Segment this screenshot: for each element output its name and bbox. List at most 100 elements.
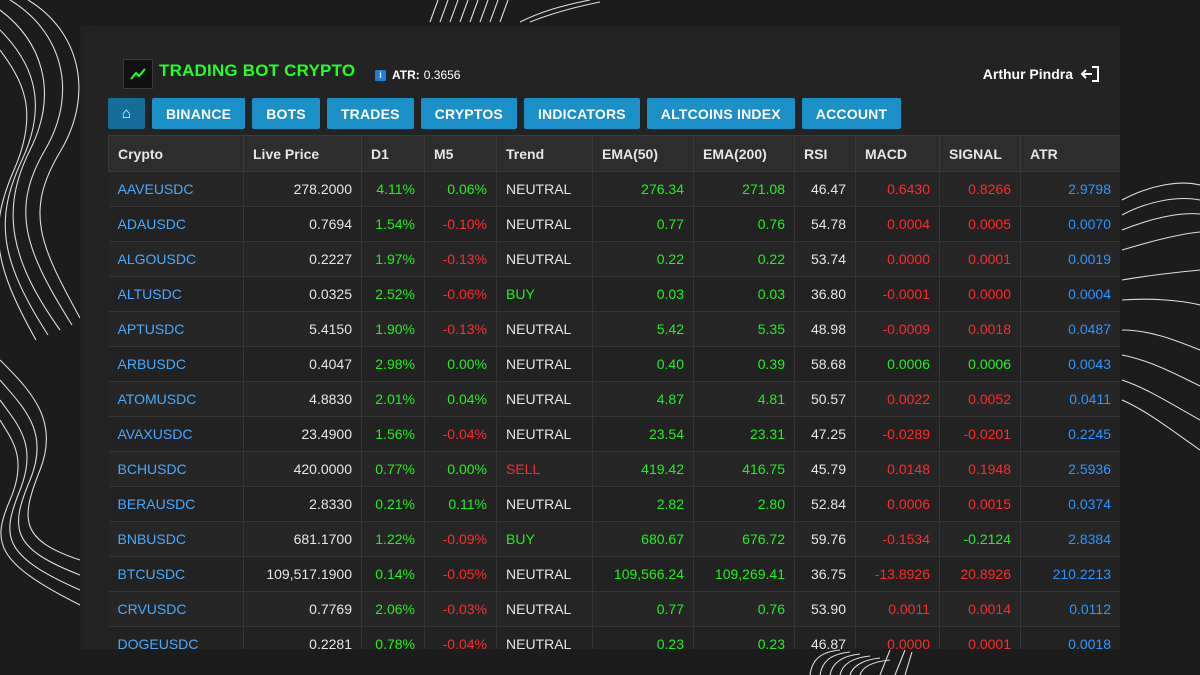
col-header-signal[interactable]: SIGNAL: [939, 135, 1021, 172]
nav-account-button[interactable]: ACCOUNT: [801, 98, 902, 129]
table-row[interactable]: ATOMUSDC 4.8830 2.01% 0.04% NEUTRAL 4.87 4.81 5…: [108, 381, 1120, 417]
table-row[interactable]: ALTUSDC 0.0325 2.52% -0.06% BUY 0.03 0.03 36.80…: [108, 276, 1120, 312]
crypto-symbol-link[interactable]: BCHUSDC: [108, 451, 244, 487]
macd-cell: 0.6430: [855, 171, 940, 207]
rsi-cell: 36.75: [794, 556, 856, 592]
atr-label: ATR:: [392, 68, 420, 82]
crypto-symbol-link[interactable]: ARBUSDC: [108, 346, 244, 382]
macd-cell: 0.0148: [855, 451, 940, 487]
nav-altcoins-index-button[interactable]: ALTCOINS INDEX: [646, 98, 795, 129]
m5-change-cell: -0.05%: [424, 556, 497, 592]
trend-cell: NEUTRAL: [496, 311, 593, 347]
signal-cell: 0.1948: [939, 451, 1021, 487]
live-price-cell: 278.2000: [243, 171, 362, 207]
ema50-cell: 276.34: [592, 171, 694, 207]
table-row[interactable]: BCHUSDC 420.0000 0.77% 0.00% SELL 419.42 416.7…: [108, 451, 1120, 487]
ema50-cell: 680.67: [592, 521, 694, 557]
col-header-ema50[interactable]: EMA(50): [592, 135, 694, 172]
table-row[interactable]: AVAXUSDC 23.4900 1.56% -0.04% NEUTRAL 23.54 23…: [108, 416, 1120, 452]
atr-cell: 0.2245: [1020, 416, 1120, 452]
user-name: Arthur Pindra: [982, 66, 1073, 82]
atr-cell: 0.0374: [1020, 486, 1120, 522]
col-header-atr[interactable]: ATR: [1020, 135, 1120, 172]
col-header-live-price[interactable]: Live Price: [243, 135, 362, 172]
crypto-symbol-link[interactable]: ALGOUSDC: [108, 241, 244, 277]
logout-icon[interactable]: [1080, 65, 1100, 83]
crypto-symbol-link[interactable]: BTCUSDC: [108, 556, 244, 592]
nav-cryptos-button[interactable]: CRYPTOS: [420, 98, 517, 129]
macd-cell: 0.0004: [855, 206, 940, 242]
trend-cell: NEUTRAL: [496, 626, 593, 649]
user-menu[interactable]: Arthur Pindra: [983, 65, 1100, 83]
crypto-symbol-link[interactable]: ATOMUSDC: [108, 381, 244, 417]
nav-trades-button[interactable]: TRADES: [326, 98, 414, 129]
col-header-rsi[interactable]: RSI: [794, 135, 856, 172]
m5-change-cell: 0.00%: [424, 451, 497, 487]
crypto-symbol-link[interactable]: BERAUSDC: [108, 486, 244, 522]
crypto-symbol-link[interactable]: ADAUSDC: [108, 206, 244, 242]
nav-bots-button[interactable]: BOTS: [252, 98, 320, 129]
ema200-cell: 0.76: [693, 591, 795, 627]
ema200-cell: 2.80: [693, 486, 795, 522]
m5-change-cell: -0.10%: [424, 206, 497, 242]
rsi-cell: 46.47: [794, 171, 856, 207]
ema50-cell: 0.77: [592, 591, 694, 627]
table-row[interactable]: AAVEUSDC 278.2000 4.11% 0.06% NEUTRAL 276.34 2…: [108, 171, 1120, 207]
ema50-cell: 2.82: [592, 486, 694, 522]
d1-change-cell: 0.77%: [361, 451, 425, 487]
table-row[interactable]: CRVUSDC 0.7769 2.06% -0.03% NEUTRAL 0.77 0.76 5…: [108, 591, 1120, 627]
nav-indicators-button[interactable]: INDICATORS: [523, 98, 640, 129]
table-row[interactable]: ARBUSDC 0.4047 2.98% 0.00% NEUTRAL 0.40 0.39 58…: [108, 346, 1120, 382]
table-row[interactable]: BERAUSDC 2.8330 0.21% 0.11% NEUTRAL 2.82 2.80 5…: [108, 486, 1120, 522]
signal-cell: 20.8926: [939, 556, 1021, 592]
m5-change-cell: 0.11%: [424, 486, 497, 522]
m5-change-cell: 0.00%: [424, 346, 497, 382]
live-price-cell: 0.2281: [243, 626, 362, 649]
col-header-ema200[interactable]: EMA(200): [693, 135, 795, 172]
ema200-cell: 676.72: [693, 521, 795, 557]
home-button[interactable]: ⌂: [108, 98, 145, 129]
table-row[interactable]: BNBUSDC 681.1700 1.22% -0.09% BUY 680.67 676.7…: [108, 521, 1120, 557]
col-header-macd[interactable]: MACD: [855, 135, 940, 172]
trend-cell: NEUTRAL: [496, 486, 593, 522]
crypto-table: Crypto Live Price D1 M5 Trend EMA(50) EM…: [108, 135, 1120, 649]
crypto-symbol-link[interactable]: BNBUSDC: [108, 521, 244, 557]
table-body: AAVEUSDC 278.2000 4.11% 0.06% NEUTRAL 276.34 2…: [108, 171, 1120, 649]
crypto-symbol-link[interactable]: AVAXUSDC: [108, 416, 244, 452]
ema50-cell: 0.77: [592, 206, 694, 242]
crypto-symbol-link[interactable]: APTUSDC: [108, 311, 244, 347]
col-header-trend[interactable]: Trend: [496, 135, 593, 172]
crypto-symbol-link[interactable]: ALTUSDC: [108, 276, 244, 312]
atr-cell: 0.0018: [1020, 626, 1120, 649]
crypto-symbol-link[interactable]: AAVEUSDC: [108, 171, 244, 207]
app-title: TRADING BOT CRYPTO: [159, 61, 356, 80]
live-price-cell: 681.1700: [243, 521, 362, 557]
table-row[interactable]: DOGEUSDC 0.2281 0.78% -0.04% NEUTRAL 0.23 0.23…: [108, 626, 1120, 649]
table-row[interactable]: ALGOUSDC 0.2227 1.97% -0.13% NEUTRAL 0.22 0.22…: [108, 241, 1120, 277]
trend-cell: NEUTRAL: [496, 416, 593, 452]
rsi-cell: 59.76: [794, 521, 856, 557]
table-row[interactable]: APTUSDC 5.4150 1.90% -0.13% NEUTRAL 5.42 5.35 4…: [108, 311, 1120, 347]
macd-cell: 0.0006: [855, 346, 940, 382]
col-header-m5[interactable]: M5: [424, 135, 497, 172]
d1-change-cell: 0.14%: [361, 556, 425, 592]
table-row[interactable]: BTCUSDC 109,517.1900 0.14% -0.05% NEUTRAL 109…: [108, 556, 1120, 592]
app-window: TRADING BOT CRYPTO i ATR: 0.3656 Arthur …: [80, 26, 1120, 649]
col-header-crypto[interactable]: Crypto: [108, 135, 244, 172]
macd-cell: 0.0000: [855, 626, 940, 649]
ema50-cell: 5.42: [592, 311, 694, 347]
live-price-cell: 0.4047: [243, 346, 362, 382]
ema200-cell: 0.03: [693, 276, 795, 312]
trend-cell: NEUTRAL: [496, 346, 593, 382]
table-row[interactable]: ADAUSDC 0.7694 1.54% -0.10% NEUTRAL 0.77 0.76 5…: [108, 206, 1120, 242]
trend-cell: NEUTRAL: [496, 556, 593, 592]
ema200-cell: 23.31: [693, 416, 795, 452]
m5-change-cell: -0.03%: [424, 591, 497, 627]
macd-cell: -0.1534: [855, 521, 940, 557]
d1-change-cell: 2.52%: [361, 276, 425, 312]
nav-binance-button[interactable]: BINANCE: [152, 98, 246, 129]
col-header-d1[interactable]: D1: [361, 135, 425, 172]
ema200-cell: 4.81: [693, 381, 795, 417]
crypto-symbol-link[interactable]: CRVUSDC: [108, 591, 244, 627]
crypto-symbol-link[interactable]: DOGEUSDC: [108, 626, 244, 649]
